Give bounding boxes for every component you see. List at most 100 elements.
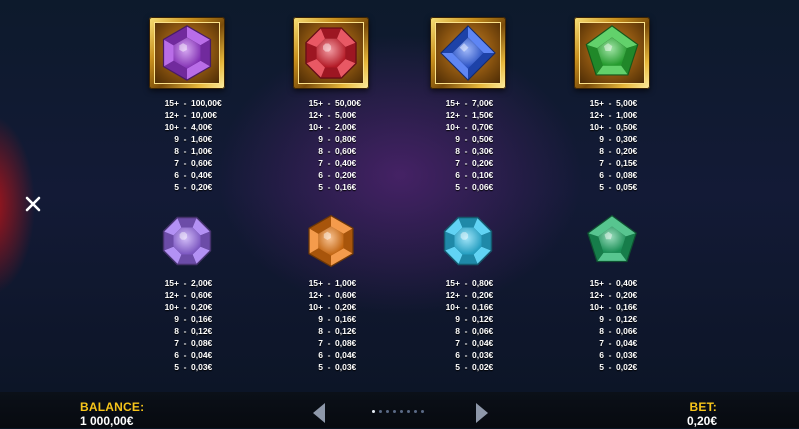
pay-amount: 0,12€ <box>335 326 357 336</box>
pay-count: 7 <box>174 338 179 348</box>
symbol-purple-gem: 15+ -100,00€ 12+ -10,00€ 10+ -4,00€ 9-1,60€… <box>127 17 247 193</box>
pay-amount: 0,80€ <box>335 134 357 144</box>
pay-count: 8 <box>318 146 323 156</box>
pay-count: 12+ <box>308 110 323 120</box>
page-dot[interactable] <box>379 410 382 413</box>
pay-row: 10+ -0,50€ <box>552 121 672 133</box>
pay-count: 8 <box>455 326 460 336</box>
pay-row: 10+ -0,20€ <box>127 301 247 313</box>
pay-separator: - <box>327 110 331 120</box>
page-dot[interactable] <box>421 410 424 413</box>
next-page-button[interactable] <box>474 402 490 424</box>
purple-hexagon-gem-icon <box>162 25 212 81</box>
pay-amount: 2,00€ <box>191 278 213 288</box>
page-dot[interactable] <box>393 410 396 413</box>
pay-count: 10+ <box>308 302 323 312</box>
symbol-orange-gem: 15+ -1,00€ 12+ -0,60€ 10+ -0,20€ 9-0,16€ 8-… <box>271 213 391 373</box>
pay-separator: - <box>608 278 612 288</box>
symbol-cyan-gem: 15+ -0,80€ 12+ -0,20€ 10+ -0,16€ 9-0,12€ 8-… <box>408 213 528 373</box>
pay-row: 8-0,30€ <box>408 145 528 157</box>
pay-row: 15+ -2,00€ <box>127 277 247 289</box>
gem <box>582 213 642 269</box>
pay-amount: 0,60€ <box>335 290 357 300</box>
page-dot[interactable] <box>372 410 375 413</box>
pay-separator: - <box>327 350 331 360</box>
pay-count: 10+ <box>445 302 460 312</box>
pay-amount: 0,03€ <box>335 362 357 372</box>
pay-count: 7 <box>455 338 460 348</box>
pay-row: 8-0,12€ <box>127 325 247 337</box>
pay-separator: - <box>464 314 468 324</box>
pay-amount: 0,03€ <box>616 350 638 360</box>
pay-amount: 4,00€ <box>191 122 213 132</box>
pay-amount: 0,04€ <box>335 350 357 360</box>
pay-separator: - <box>608 302 612 312</box>
gold-frame <box>293 17 369 89</box>
pay-amount: 0,04€ <box>616 338 638 348</box>
symbol-emerald-gem: 15+ -0,40€ 12+ -0,20€ 10+ -0,16€ 9-0,12€ 8-… <box>552 213 672 373</box>
pay-row: 9-0,30€ <box>552 133 672 145</box>
pay-amount: 0,16€ <box>335 314 357 324</box>
pay-row: 9-0,80€ <box>271 133 391 145</box>
pay-count: 8 <box>599 146 604 156</box>
pay-row: 10+ -4,00€ <box>127 121 247 133</box>
pay-count: 7 <box>318 158 323 168</box>
pay-count: 7 <box>599 158 604 168</box>
pay-count: 10+ <box>589 122 604 132</box>
pay-separator: - <box>183 98 187 108</box>
pay-count: 6 <box>599 350 604 360</box>
pay-row: 12+ -0,60€ <box>127 289 247 301</box>
paytable: 15+ -0,40€ 12+ -0,20€ 10+ -0,16€ 9-0,12€ 8-… <box>552 277 672 373</box>
page-indicator <box>372 410 424 414</box>
pay-row: 8-0,20€ <box>552 145 672 157</box>
pay-row: 5-0,02€ <box>408 361 528 373</box>
pay-separator: - <box>183 278 187 288</box>
pay-separator: - <box>464 110 468 120</box>
symbol-blue-gem: 15+ -7,00€ 12+ -1,50€ 10+ -0,70€ 9-0,50€ 8-… <box>408 17 528 193</box>
pay-count: 9 <box>599 134 604 144</box>
page-dot[interactable] <box>400 410 403 413</box>
pay-row: 5-0,03€ <box>127 361 247 373</box>
pay-row: 5-0,16€ <box>271 181 391 193</box>
pay-count: 5 <box>174 182 179 192</box>
pay-amount: 0,40€ <box>335 158 357 168</box>
pay-row: 8-1,00€ <box>127 145 247 157</box>
pay-amount: 0,06€ <box>472 326 494 336</box>
pay-row: 10+ -2,00€ <box>271 121 391 133</box>
frame-inner <box>435 22 501 84</box>
previous-page-button[interactable] <box>311 402 327 424</box>
pay-count: 15+ <box>589 278 604 288</box>
pay-amount: 0,04€ <box>191 350 213 360</box>
pay-count: 5 <box>599 182 604 192</box>
pay-count: 6 <box>318 350 323 360</box>
pay-separator: - <box>608 98 612 108</box>
close-icon <box>25 196 41 212</box>
close-button[interactable] <box>18 189 48 219</box>
symbol-green-gem: 15+ -5,00€ 12+ -1,00€ 10+ -0,50€ 9-0,30€ 8-… <box>552 17 672 193</box>
pay-count: 10+ <box>589 302 604 312</box>
pay-separator: - <box>327 314 331 324</box>
pay-separator: - <box>183 146 187 156</box>
pay-amount: 0,06€ <box>472 182 494 192</box>
pay-amount: 0,12€ <box>472 314 494 324</box>
pay-amount: 0,20€ <box>191 182 213 192</box>
pay-row: 12+ -0,20€ <box>552 289 672 301</box>
pay-count: 15+ <box>308 98 323 108</box>
frame-inner <box>298 22 364 84</box>
symbol-violet-gem: 15+ -2,00€ 12+ -0,60€ 10+ -0,20€ 9-0,16€ 8-… <box>127 213 247 373</box>
pay-separator: - <box>464 182 468 192</box>
pay-separator: - <box>464 362 468 372</box>
pay-amount: 0,12€ <box>191 326 213 336</box>
pay-amount: 0,02€ <box>472 362 494 372</box>
pay-count: 5 <box>455 362 460 372</box>
page-dot[interactable] <box>414 410 417 413</box>
pay-separator: - <box>183 122 187 132</box>
pay-row: 7-0,04€ <box>408 337 528 349</box>
page-dot[interactable] <box>407 410 410 413</box>
pay-count: 5 <box>318 182 323 192</box>
pay-row: 5-0,06€ <box>408 181 528 193</box>
page-dot[interactable] <box>386 410 389 413</box>
pay-row: 5-0,05€ <box>552 181 672 193</box>
pay-separator: - <box>327 362 331 372</box>
pay-amount: 0,03€ <box>191 362 213 372</box>
